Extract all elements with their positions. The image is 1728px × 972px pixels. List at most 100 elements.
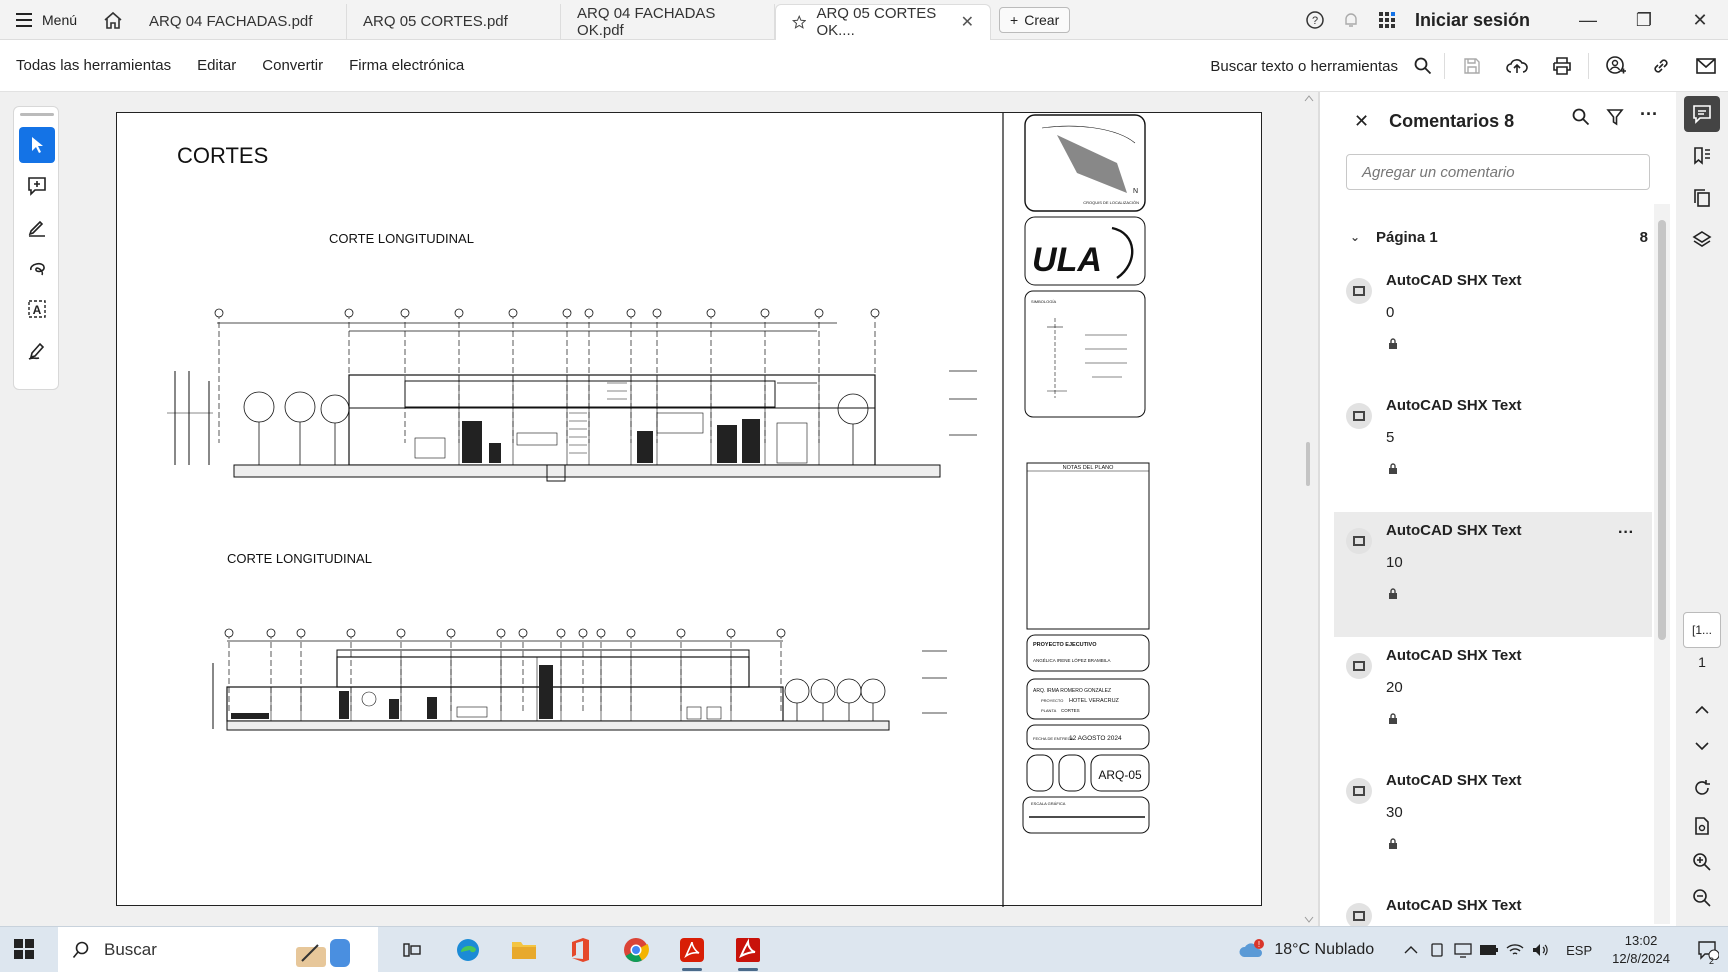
select-tool[interactable] [19,127,55,163]
search-icon[interactable] [1406,40,1440,92]
text-box-tool[interactable]: A [19,291,55,327]
cursor-arrow-icon [32,137,43,153]
volume-icon[interactable] [1528,943,1554,957]
add-comment-input[interactable]: Agregar un comentario [1346,154,1650,190]
restore-icon[interactable]: ❐ [1616,0,1672,40]
windows-taskbar: Buscar ! 18°C Nublado ESP 13:02 12/8/202… [0,926,1728,972]
print-icon[interactable] [1539,40,1584,92]
comment-item[interactable]: AutoCAD SHX Text 20 [1334,637,1652,762]
page-group-label: Página 1 [1376,228,1438,246]
apps-grid-icon[interactable] [1369,0,1405,40]
search-comments-icon[interactable] [1572,108,1590,126]
file-explorer-icon[interactable] [496,927,552,972]
comment-item-selected[interactable]: AutoCAD SHX Text 10 ··· [1334,512,1652,637]
chevron-down-icon[interactable] [1684,728,1720,764]
clock[interactable]: 13:02 12/8/2024 [1612,932,1670,968]
scroll-down-icon[interactable] [1304,916,1314,924]
page-group-header[interactable]: ⌄ Página 1 8 [1350,222,1650,252]
wifi-icon[interactable] [1502,943,1528,957]
acrobat-icon[interactable] [664,927,720,972]
lock-icon [1389,338,1397,349]
email-icon[interactable] [1683,40,1728,92]
page-indicator[interactable]: [1... [1683,612,1721,648]
filter-icon[interactable] [1606,108,1624,126]
all-tools-menu[interactable]: Todas las herramientas [0,57,184,74]
highlight-tool[interactable] [19,209,55,245]
comment-author: AutoCAD SHX Text [1386,272,1522,289]
office-icon[interactable] [552,927,608,972]
pages-thumbnails-icon[interactable] [1684,180,1720,216]
language-indicator[interactable]: ESP [1566,943,1592,958]
scroll-up-icon[interactable] [1304,94,1314,102]
project-label: PROYECTO [1041,698,1063,703]
layers-icon[interactable] [1684,222,1720,258]
document-scroll-thumb[interactable] [1306,442,1310,486]
windows-start-icon[interactable] [14,939,34,964]
close-tab-icon[interactable]: ✕ [961,12,974,32]
tab-arq05-cortes[interactable]: ARQ 05 CORTES.pdf [347,3,562,40]
chrome-icon[interactable] [608,927,664,972]
menu-button[interactable]: Menú [0,0,93,40]
signin-button[interactable]: Iniciar sesión [1405,10,1560,31]
share-user-icon[interactable] [1593,40,1638,92]
create-label: Crear [1024,11,1060,28]
star-icon[interactable] [792,13,807,31]
toolbar-separator [1588,53,1589,79]
comment-more-icon[interactable]: ··· [1618,524,1634,542]
monitor-icon[interactable] [1450,942,1476,958]
tab-arq04-fachadas-ok[interactable]: ARQ 04 FACHADAS OK.pdf [561,3,776,40]
notes-title: NOTAS DEL PLANO [1063,465,1114,471]
acrobat-window: Menú ARQ 04 FACHADAS.pdf ARQ 05 CORTES.p… [0,0,1728,972]
convert-menu[interactable]: Convertir [249,57,336,74]
edit-menu[interactable]: Editar [184,57,249,74]
edge-browser-icon[interactable] [440,927,496,972]
comments-scrollbar[interactable] [1654,204,1670,924]
close-panel-icon[interactable]: ✕ [1354,111,1369,132]
comment-item[interactable]: AutoCAD SHX Text 30 [1334,762,1652,887]
rotate-icon[interactable] [1684,770,1720,806]
close-window-icon[interactable]: ✕ [1672,0,1728,40]
annotation-type-icon [1346,403,1372,429]
link-icon[interactable] [1638,40,1683,92]
document-viewer[interactable]: CORTES CORTE LONGITUDINAL CORTE LONGITUD… [96,92,1304,926]
acrobat-pro-icon[interactable] [720,927,776,972]
task-view-icon[interactable] [384,927,440,972]
text-box-icon: A [28,300,46,318]
zoom-out-icon[interactable] [1684,880,1720,916]
weather-widget[interactable]: ! 18°C Nublado [1238,939,1374,961]
page-settings-icon[interactable] [1684,808,1720,844]
zoom-in-icon[interactable] [1684,844,1720,880]
annotation-type-icon [1346,653,1372,679]
minimize-icon[interactable]: — [1560,0,1616,40]
search-tools-label[interactable]: Buscar texto o herramientas [1210,58,1406,75]
battery-icon[interactable] [1476,944,1502,956]
comment-item[interactable]: AutoCAD SHX Text 0 [1334,262,1652,387]
comments-scroll-thumb[interactable] [1658,220,1666,640]
sign-tool[interactable] [19,332,55,368]
chevron-up-icon[interactable] [1684,692,1720,728]
section-1-drawing [167,308,977,482]
chevron-up-tray-icon[interactable] [1398,945,1424,955]
add-comment-tool[interactable] [19,168,55,204]
comment-item[interactable]: AutoCAD SHX Text 5 [1334,387,1652,512]
drag-handle[interactable] [20,113,54,116]
esign-menu[interactable]: Firma electrónica [336,57,477,74]
comments-panel-icon[interactable] [1684,96,1720,132]
comment-item[interactable]: AutoCAD SHX Text [1334,887,1652,926]
more-options-icon[interactable]: ··· [1640,105,1658,126]
taskbar-search[interactable]: Buscar [58,927,378,972]
bookmarks-icon[interactable] [1684,138,1720,174]
home-button[interactable] [93,0,133,40]
upload-cloud-icon[interactable] [1494,40,1539,92]
device-icon[interactable] [1424,942,1450,958]
help-icon[interactable]: ? [1297,0,1333,40]
notifications-bell-icon[interactable] [1333,0,1369,40]
tab-arq05-cortes-ok[interactable]: ARQ 05 CORTES OK.... ✕ [775,3,992,40]
notifications-icon[interactable]: 2 [1688,940,1728,966]
save-icon[interactable] [1449,40,1494,92]
document-scrollbar[interactable] [1300,92,1318,926]
student-name: ANGÉLICA IRENE LÓPEZ BRAMBILA [1033,657,1111,663]
create-button[interactable]: + Crear [999,6,1071,33]
draw-tool[interactable] [19,250,55,286]
tab-arq04-fachadas[interactable]: ARQ 04 FACHADAS.pdf [133,3,348,40]
